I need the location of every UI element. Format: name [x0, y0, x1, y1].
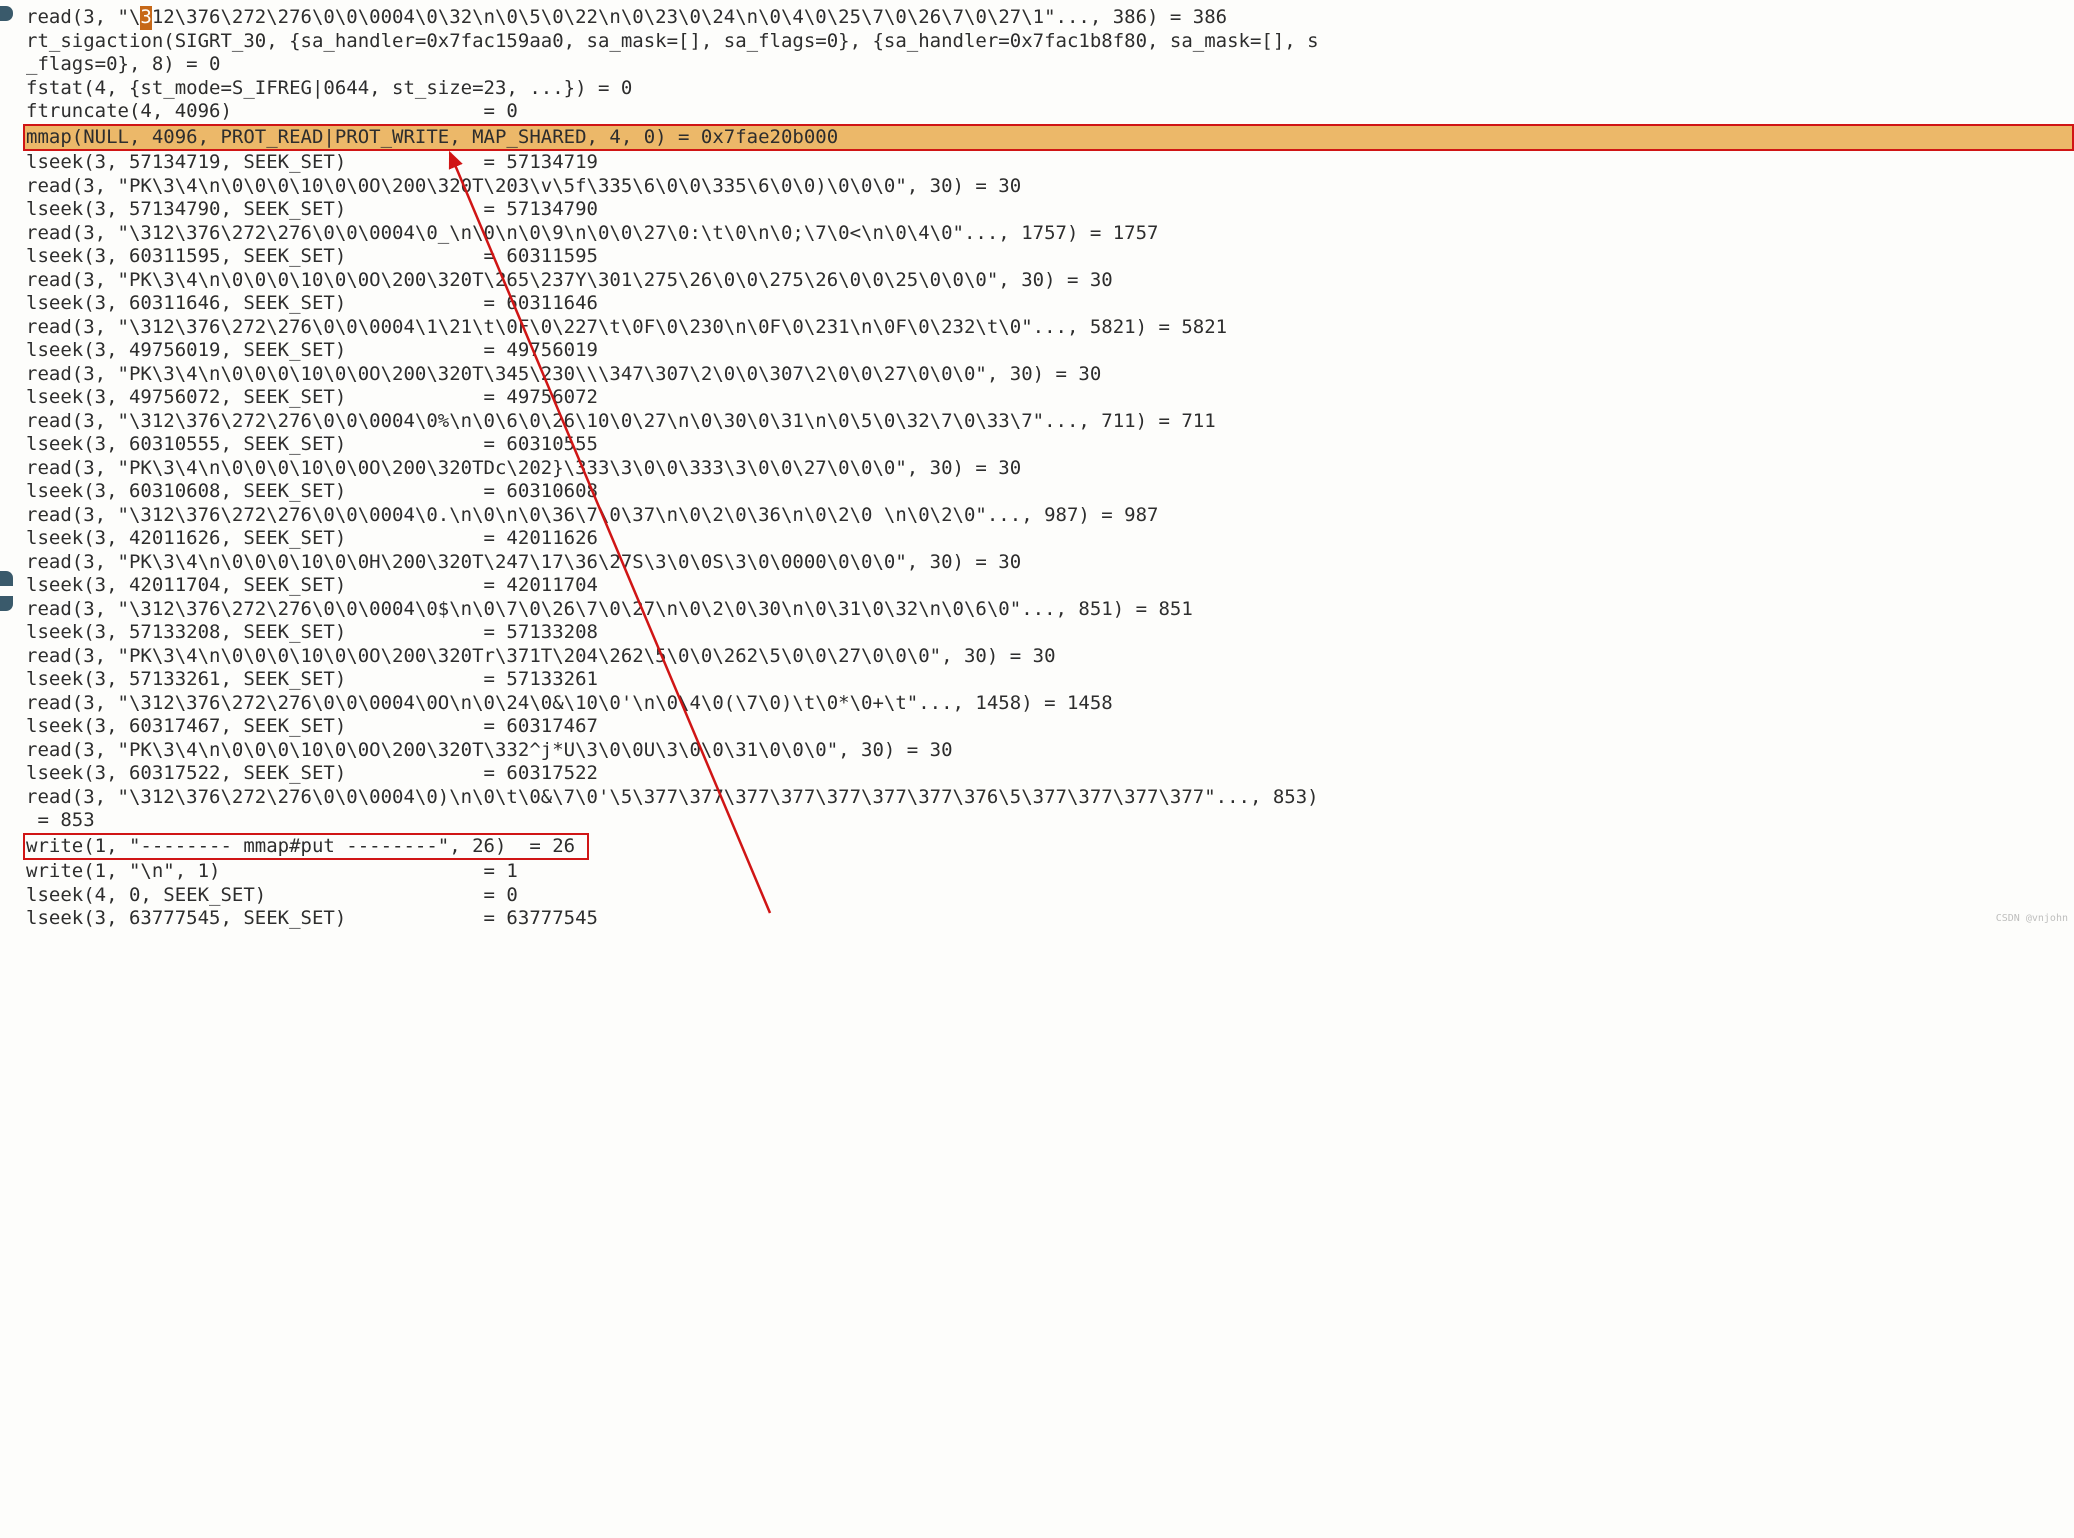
strace-line: write(1, "-------- mmap#put --------", 2…: [26, 833, 2074, 861]
strace-line: read(3, "PK\3\4\n\0\0\0\10\0\0O\200\320T…: [26, 457, 2074, 481]
strace-line: lseek(3, 60311595, SEEK_SET) = 60311595: [26, 245, 2074, 269]
strace-line: read(3, "PK\3\4\n\0\0\0\10\0\0O\200\320T…: [26, 363, 2074, 387]
strace-line: lseek(3, 60310608, SEEK_SET) = 60310608: [26, 480, 2074, 504]
strace-line: lseek(3, 49756072, SEEK_SET) = 49756072: [26, 386, 2074, 410]
strace-line: _flags=0}, 8) = 0: [26, 53, 2074, 77]
watermark: CSDN @vnjohn: [1996, 907, 2068, 931]
strace-line: read(3, "\312\376\272\276\0\0\0004\0_\n\…: [26, 222, 2074, 246]
strace-line: rt_sigaction(SIGRT_30, {sa_handler=0x7fa…: [26, 30, 2074, 54]
strace-line: lseek(3, 57134719, SEEK_SET) = 57134719: [26, 151, 2074, 175]
strace-line: lseek(3, 60310555, SEEK_SET) = 60310555: [26, 433, 2074, 457]
strace-line: lseek(4, 0, SEEK_SET) = 0: [26, 884, 2074, 908]
strace-line: lseek(3, 63777545, SEEK_SET) = 63777545: [26, 907, 2074, 931]
strace-line-highlighted-mmap: mmap(NULL, 4096, PROT_READ|PROT_WRITE, M…: [23, 124, 2074, 152]
strace-line: read(3, "PK\3\4\n\0\0\0\10\0\0O\200\320T…: [26, 175, 2074, 199]
strace-line: read(3, "PK\3\4\n\0\0\0\10\0\0H\200\320T…: [26, 551, 2074, 575]
strace-line: lseek(3, 57133208, SEEK_SET) = 57133208: [26, 621, 2074, 645]
strace-line: read(3, "PK\3\4\n\0\0\0\10\0\0O\200\320T…: [26, 645, 2074, 669]
strace-line: read(3, "PK\3\4\n\0\0\0\10\0\0O\200\320T…: [26, 269, 2074, 293]
strace-line: fstat(4, {st_mode=S_IFREG|0644, st_size=…: [26, 77, 2074, 101]
cursor: 3: [140, 6, 151, 30]
gutter-indicator: [0, 571, 13, 586]
strace-line: read(3, "PK\3\4\n\0\0\0\10\0\0O\200\320T…: [26, 739, 2074, 763]
strace-line: lseek(3, 60317522, SEEK_SET) = 60317522: [26, 762, 2074, 786]
strace-line: read(3, "\312\376\272\276\0\0\0004\0O\n\…: [26, 692, 2074, 716]
strace-line: lseek(3, 60311646, SEEK_SET) = 60311646: [26, 292, 2074, 316]
strace-line: write(1, "\n", 1) = 1: [26, 860, 2074, 884]
strace-line: read(3, "\312\376\272\276\0\0\0004\1\21\…: [26, 316, 2074, 340]
strace-line: lseek(3, 49756019, SEEK_SET) = 49756019: [26, 339, 2074, 363]
strace-line: = 853: [26, 809, 2074, 833]
gutter-indicator: [0, 596, 13, 611]
strace-line: ftruncate(4, 4096) = 0: [26, 100, 2074, 124]
gutter-indicator: [0, 6, 13, 21]
strace-line: lseek(3, 42011704, SEEK_SET) = 42011704: [26, 574, 2074, 598]
strace-line: lseek(3, 57133261, SEEK_SET) = 57133261: [26, 668, 2074, 692]
strace-line-boxed-write: write(1, "-------- mmap#put --------", 2…: [23, 833, 589, 861]
strace-line: read(3, "\312\376\272\276\0\0\0004\0)\n\…: [26, 786, 2074, 810]
strace-line: read(3, "\312\376\272\276\0\0\0004\0%\n\…: [26, 410, 2074, 434]
strace-line: lseek(3, 60317467, SEEK_SET) = 60317467: [26, 715, 2074, 739]
strace-line: lseek(3, 57134790, SEEK_SET) = 57134790: [26, 198, 2074, 222]
strace-line: lseek(3, 42011626, SEEK_SET) = 42011626: [26, 527, 2074, 551]
strace-line: read(3, "\312\376\272\276\0\0\0004\0$\n\…: [26, 598, 2074, 622]
strace-line: read(3, "\312\376\272\276\0\0\0004\0.\n\…: [26, 504, 2074, 528]
strace-line: read(3, "\312\376\272\276\0\0\0004\0\32\…: [26, 6, 2074, 30]
